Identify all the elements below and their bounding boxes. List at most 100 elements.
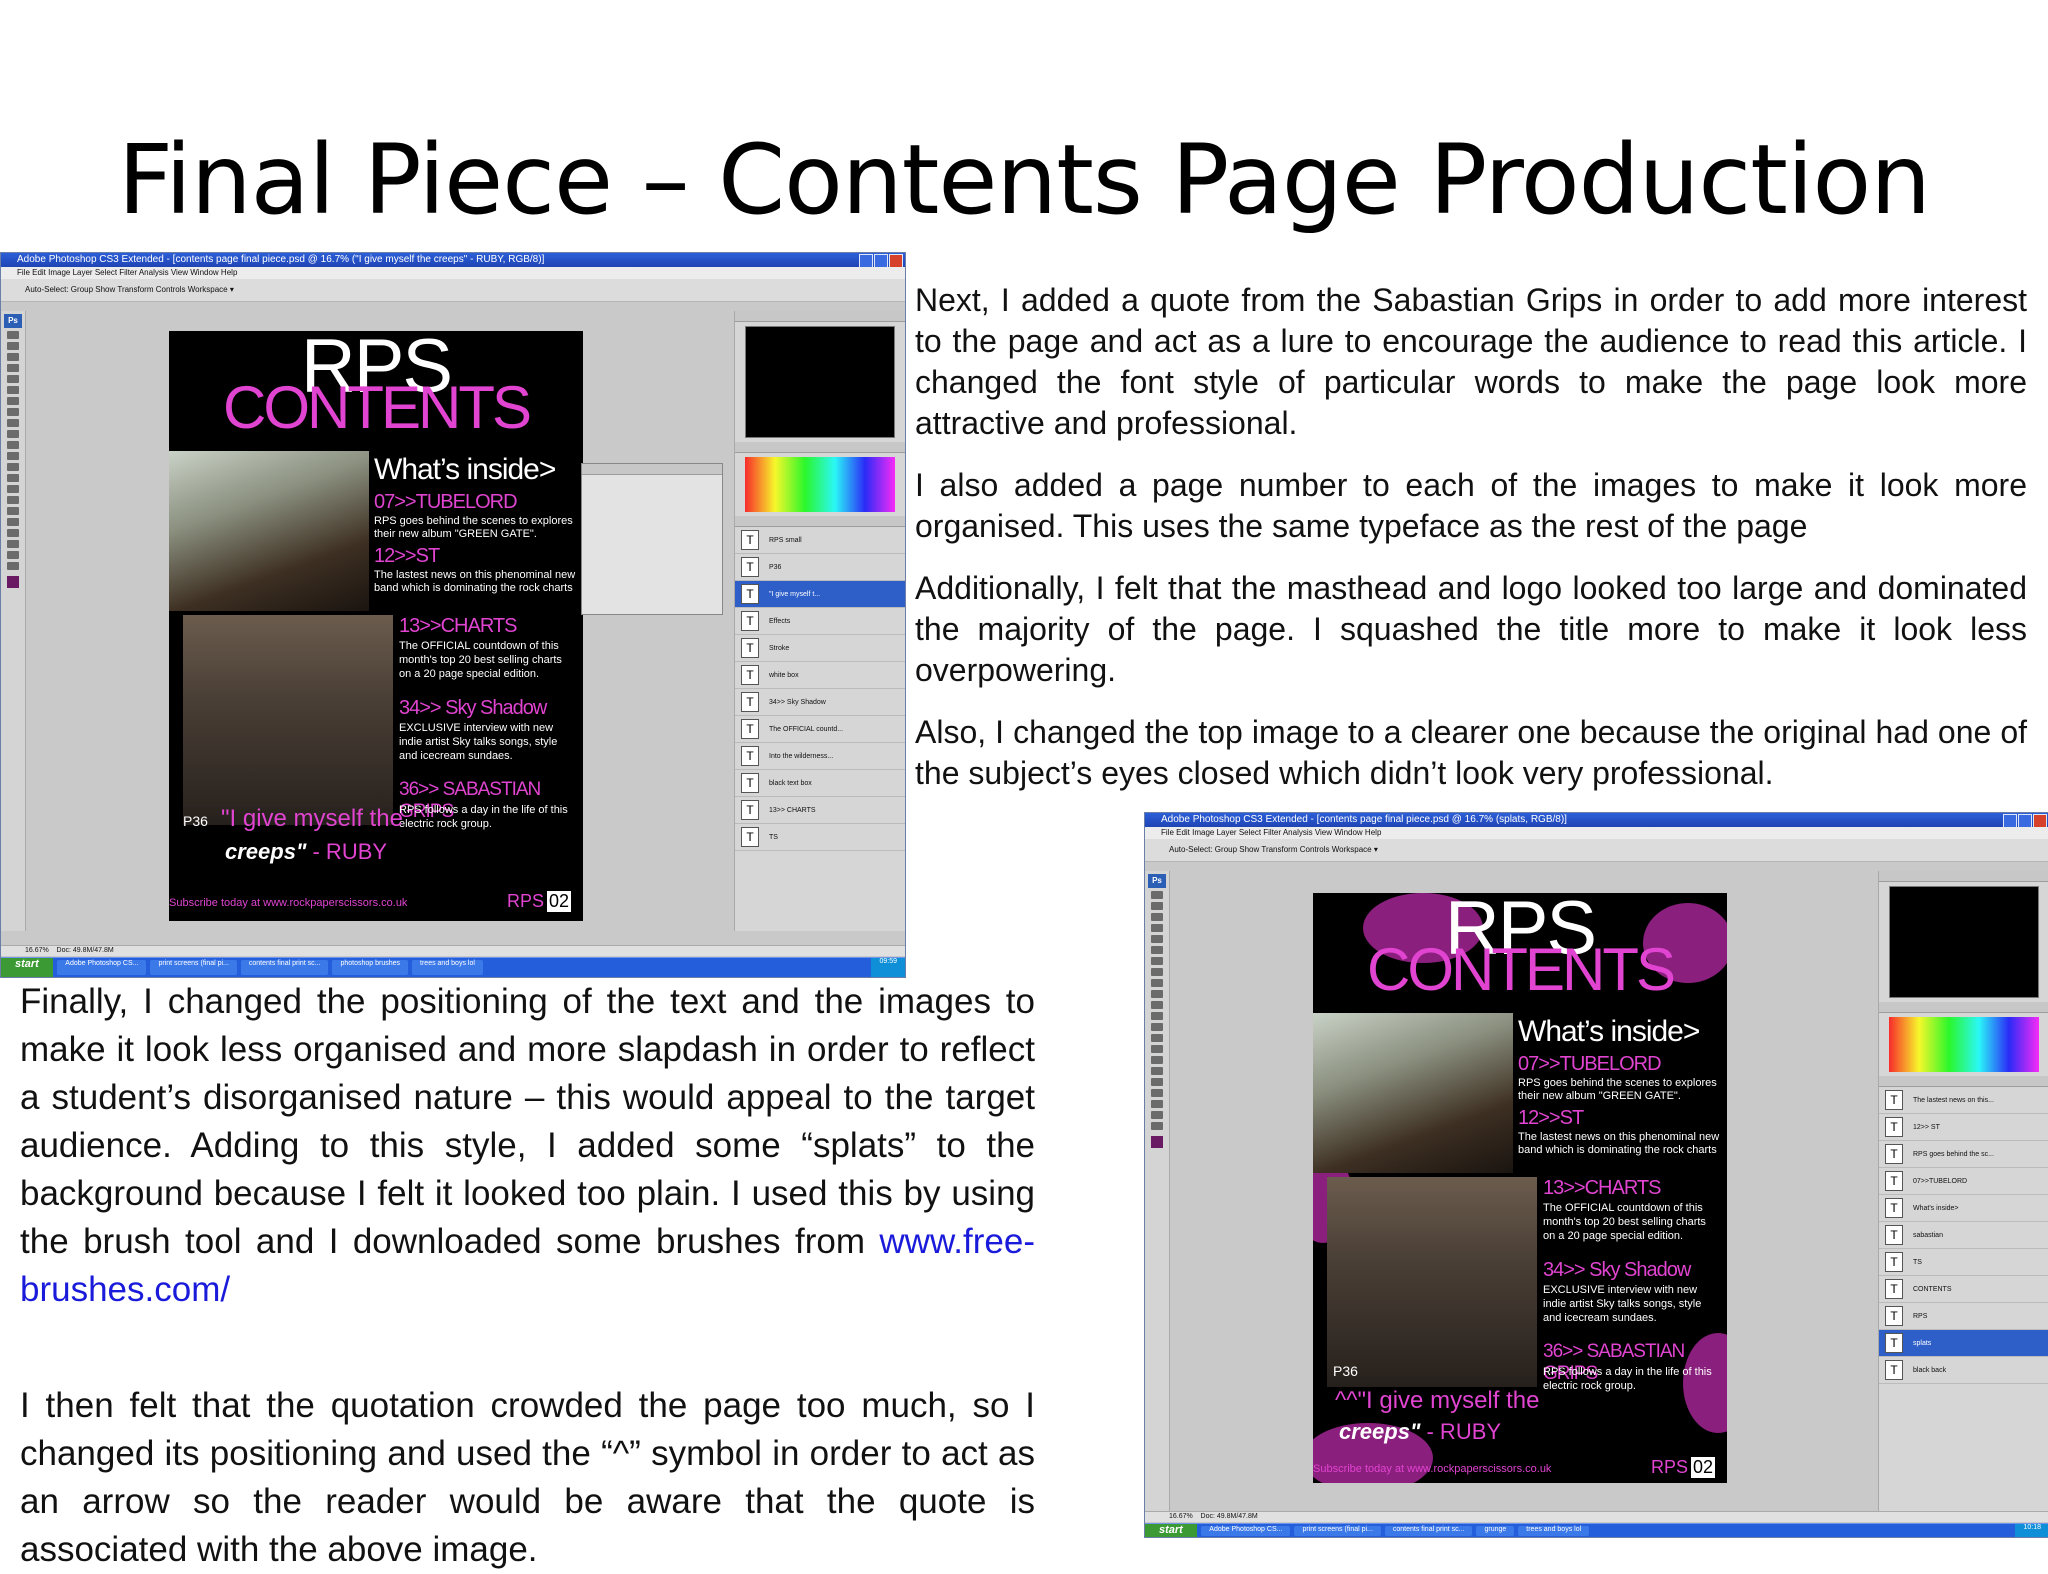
stamp-tool-icon[interactable] bbox=[1151, 979, 1163, 987]
history-brush-icon[interactable] bbox=[1151, 990, 1163, 998]
foreground-color-swatch[interactable] bbox=[1151, 1136, 1163, 1148]
heal-tool-icon[interactable] bbox=[7, 397, 19, 405]
layer-row[interactable]: T What's inside> bbox=[1879, 1195, 2048, 1222]
taskbar-item[interactable]: contents final print sc... bbox=[1384, 1526, 1473, 1537]
layer-row[interactable]: T 07>>TUBELORD bbox=[1879, 1168, 2048, 1195]
layer-row[interactable]: T Stroke bbox=[735, 635, 905, 662]
layer-row[interactable]: T CONTENTS bbox=[1879, 1276, 2048, 1303]
layer-row[interactable]: T TS bbox=[735, 824, 905, 851]
type-tool-icon[interactable] bbox=[1151, 1056, 1163, 1064]
wand-tool-icon[interactable] bbox=[1151, 924, 1163, 932]
marquee-tool-icon[interactable] bbox=[1151, 902, 1163, 910]
eraser-tool-icon[interactable] bbox=[1151, 1001, 1163, 1009]
heal-tool-icon[interactable] bbox=[1151, 957, 1163, 965]
crop-tool-icon[interactable] bbox=[1151, 935, 1163, 943]
path-select-icon[interactable] bbox=[7, 507, 19, 515]
layer-row[interactable]: Tsplats bbox=[1879, 1330, 2048, 1357]
zoom-tool-icon[interactable] bbox=[1151, 1122, 1163, 1130]
layer-row[interactable]: T RPS bbox=[1879, 1303, 2048, 1330]
layer-row[interactable]: T RPS goes behind the sc... bbox=[1879, 1141, 2048, 1168]
notes-tool-icon[interactable] bbox=[7, 529, 19, 537]
dodge-tool-icon[interactable] bbox=[1151, 1034, 1163, 1042]
taskbar-item[interactable]: grunge bbox=[1476, 1526, 1515, 1537]
slice-tool-icon[interactable] bbox=[7, 386, 19, 394]
taskbar-item[interactable]: Adobe Photoshop CS... bbox=[1201, 1526, 1291, 1537]
color-panel-header[interactable] bbox=[1879, 1002, 2048, 1013]
type-tool-icon[interactable] bbox=[7, 496, 19, 504]
maximize-button[interactable] bbox=[2018, 814, 2032, 827]
history-brush-icon[interactable] bbox=[7, 430, 19, 438]
start-button[interactable]: start bbox=[1, 958, 53, 977]
gradient-tool-icon[interactable] bbox=[7, 452, 19, 460]
path-select-icon[interactable] bbox=[1151, 1067, 1163, 1075]
taskbar-item[interactable]: contents final print sc... bbox=[240, 960, 329, 975]
move-tool-icon[interactable] bbox=[1151, 891, 1163, 899]
navigator-header[interactable] bbox=[735, 311, 905, 322]
close-button[interactable] bbox=[889, 254, 903, 267]
layer-row[interactable]: Tblack text box bbox=[735, 770, 905, 797]
eyedropper-icon[interactable] bbox=[1151, 1100, 1163, 1108]
foreground-color-swatch[interactable] bbox=[7, 576, 19, 588]
blur-tool-icon[interactable] bbox=[1151, 1023, 1163, 1031]
gradient-tool-icon[interactable] bbox=[1151, 1012, 1163, 1020]
character-panel[interactable] bbox=[581, 463, 723, 615]
taskbar-item[interactable]: Adobe Photoshop CS... bbox=[57, 960, 147, 975]
color-ramp[interactable] bbox=[745, 457, 895, 512]
layer-row[interactable]: T Effects bbox=[735, 608, 905, 635]
pen-tool-icon[interactable] bbox=[1151, 1045, 1163, 1053]
minimize-button[interactable] bbox=[859, 254, 873, 267]
taskbar-item[interactable]: print screens (final pi... bbox=[150, 960, 237, 975]
close-button[interactable] bbox=[2033, 814, 2047, 827]
move-tool-icon[interactable] bbox=[7, 331, 19, 339]
color-panel-header[interactable] bbox=[735, 442, 905, 453]
blur-tool-icon[interactable] bbox=[7, 463, 19, 471]
lasso-tool-icon[interactable] bbox=[7, 353, 19, 361]
marquee-tool-icon[interactable] bbox=[7, 342, 19, 350]
layer-row[interactable]: Tblack back bbox=[1879, 1357, 2048, 1384]
layer-row[interactable]: T "I give myself t... bbox=[735, 581, 905, 608]
navigator-header[interactable] bbox=[1879, 871, 2048, 882]
layer-row[interactable]: T 34>> Sky Shadow bbox=[735, 689, 905, 716]
notes-tool-icon[interactable] bbox=[1151, 1089, 1163, 1097]
stamp-tool-icon[interactable] bbox=[7, 419, 19, 427]
layer-row[interactable]: Tsabastian bbox=[1879, 1222, 2048, 1249]
brush-tool-icon[interactable] bbox=[1151, 968, 1163, 976]
slice-tool-icon[interactable] bbox=[1151, 946, 1163, 954]
taskbar-item[interactable]: photoshop brushes bbox=[332, 960, 409, 975]
layer-row[interactable]: T The lastest news on this... bbox=[1879, 1087, 2048, 1114]
shape-tool-icon[interactable] bbox=[1151, 1078, 1163, 1086]
canvas-document[interactable]: RPS CONTENTS What’s inside> 07>>TUBELORD… bbox=[1313, 893, 1727, 1483]
layer-row[interactable]: T The OFFICIAL countd... bbox=[735, 716, 905, 743]
navigator-thumbnail[interactable] bbox=[745, 326, 895, 438]
maximize-button[interactable] bbox=[874, 254, 888, 267]
options-bar[interactable]: Auto-Select: Group Show Transform Contro… bbox=[1145, 839, 2048, 862]
eraser-tool-icon[interactable] bbox=[7, 441, 19, 449]
navigator-thumbnail[interactable] bbox=[1889, 886, 2039, 998]
layers-panel-header[interactable] bbox=[1879, 1076, 2048, 1087]
hand-tool-icon[interactable] bbox=[1151, 1111, 1163, 1119]
minimize-button[interactable] bbox=[2003, 814, 2017, 827]
options-bar[interactable]: Auto-Select: Group Show Transform Contro… bbox=[1, 279, 905, 302]
layer-row[interactable]: T 12>> ST bbox=[1879, 1114, 2048, 1141]
layer-row[interactable]: T P36 bbox=[735, 554, 905, 581]
layer-row[interactable]: T TS bbox=[1879, 1249, 2048, 1276]
wand-tool-icon[interactable] bbox=[7, 364, 19, 372]
layer-row[interactable]: T RPS small bbox=[735, 527, 905, 554]
hand-tool-icon[interactable] bbox=[7, 551, 19, 559]
menu-bar[interactable]: File Edit Image Layer Select Filter Anal… bbox=[1145, 827, 2048, 839]
eyedropper-icon[interactable] bbox=[7, 540, 19, 548]
layer-row[interactable]: T Into the wilderness... bbox=[735, 743, 905, 770]
layer-row[interactable]: Twhite box bbox=[735, 662, 905, 689]
menu-bar[interactable]: File Edit Image Layer Select Filter Anal… bbox=[1, 267, 905, 279]
layers-panel-header[interactable] bbox=[735, 516, 905, 527]
zoom-tool-icon[interactable] bbox=[7, 562, 19, 570]
canvas-document[interactable]: RPS CONTENTS What’s inside> 07>>TUBELORD… bbox=[169, 331, 583, 921]
lasso-tool-icon[interactable] bbox=[1151, 913, 1163, 921]
crop-tool-icon[interactable] bbox=[7, 375, 19, 383]
taskbar-item[interactable]: trees and boys lol bbox=[412, 960, 483, 975]
color-ramp[interactable] bbox=[1889, 1017, 2039, 1072]
layer-row[interactable]: T 13>> CHARTS bbox=[735, 797, 905, 824]
dodge-tool-icon[interactable] bbox=[7, 474, 19, 482]
taskbar-item[interactable]: trees and boys lol bbox=[1518, 1526, 1590, 1537]
brush-tool-icon[interactable] bbox=[7, 408, 19, 416]
